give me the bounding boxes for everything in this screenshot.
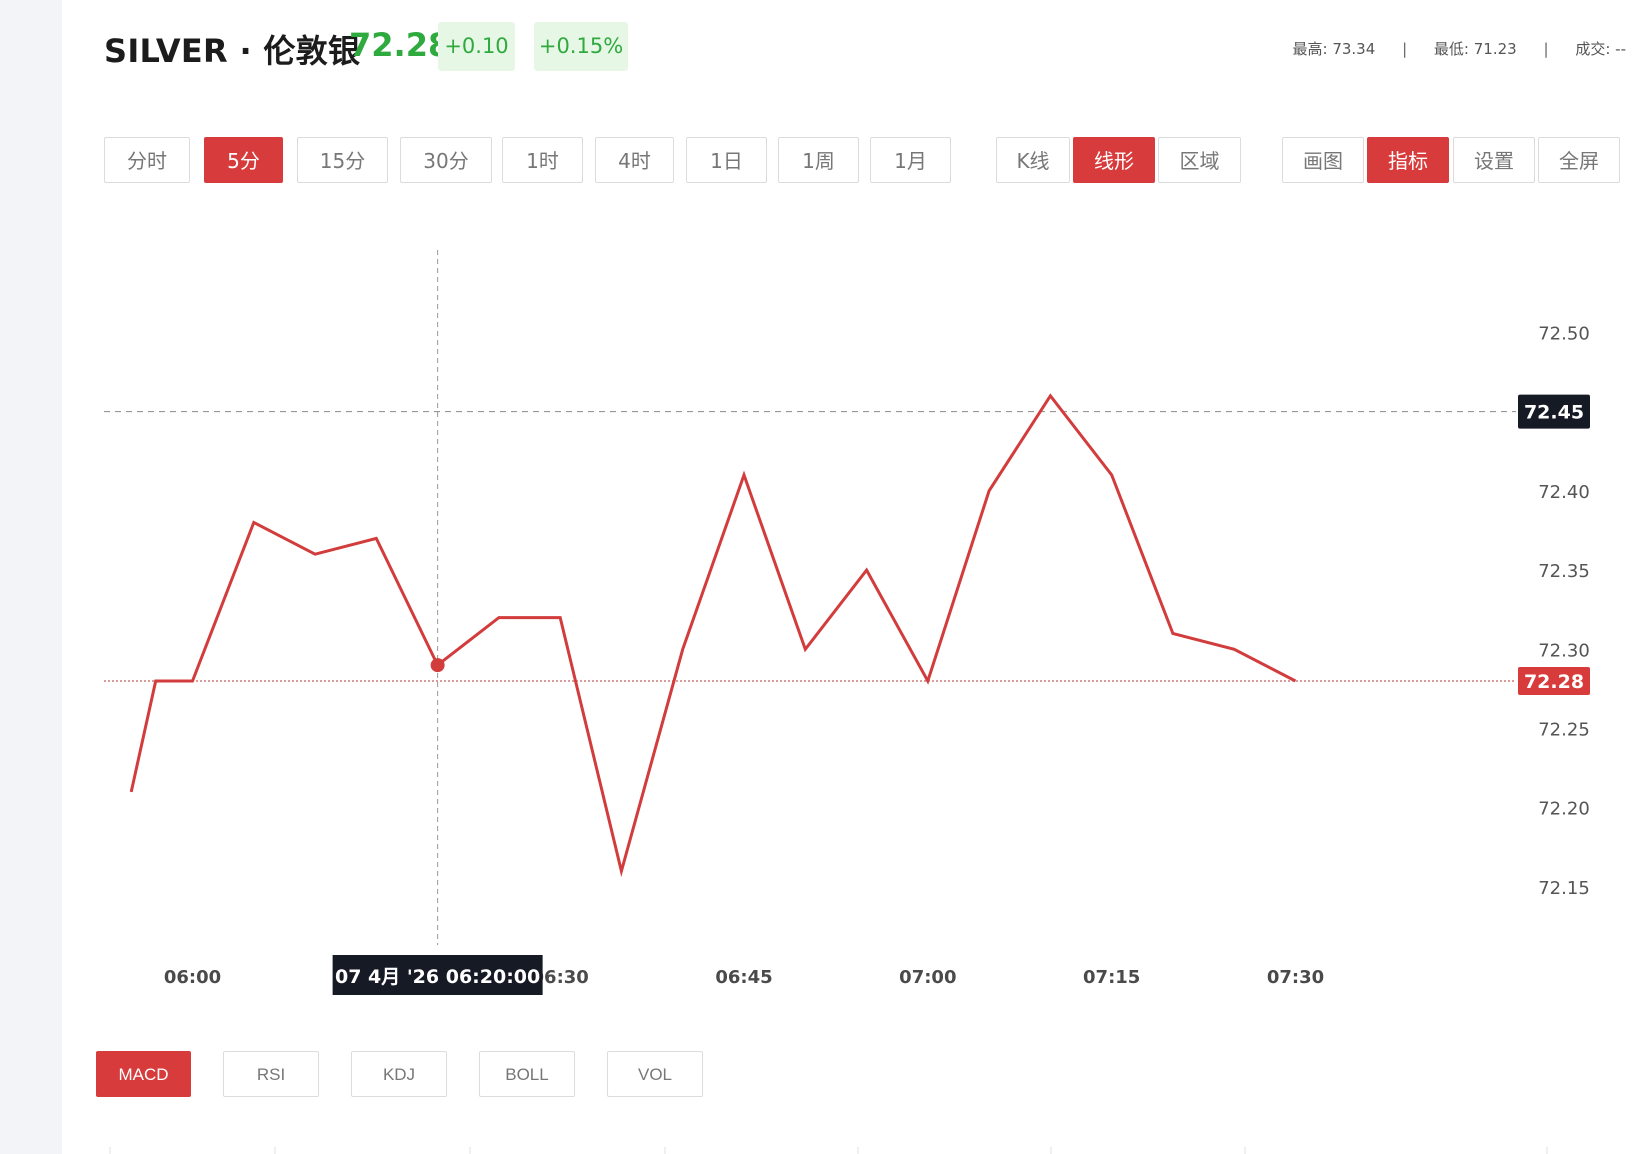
crosshair-marker-dot (430, 658, 445, 673)
data-point[interactable] (741, 472, 747, 478)
data-point[interactable] (128, 789, 134, 795)
data-point[interactable] (153, 678, 159, 684)
indicator-rsi-button[interactable]: RSI (223, 1051, 319, 1097)
data-point[interactable] (986, 488, 992, 494)
data-point[interactable] (190, 678, 196, 684)
data-point[interactable] (680, 646, 686, 652)
data-point[interactable] (864, 567, 870, 573)
x-axis-tick-label: 06:00 (164, 967, 221, 988)
y-axis-tick-label: 72.40 (1538, 482, 1590, 503)
data-point[interactable] (373, 535, 379, 541)
y-axis-tick-label: 72.30 (1538, 640, 1590, 661)
data-point[interactable] (1170, 630, 1176, 636)
data-point[interactable] (618, 868, 624, 874)
indicator-macd-button[interactable]: MACD (96, 1051, 191, 1097)
data-point[interactable] (925, 678, 931, 684)
x-axis-tick-label: 07:30 (1267, 967, 1324, 988)
y-axis-tick-label: 72.15 (1538, 878, 1590, 899)
data-point[interactable] (496, 615, 502, 621)
crosshair-time-label: 07 4月 '26 06:20:00 (335, 966, 540, 988)
y-axis-tick-label: 72.20 (1538, 799, 1590, 820)
data-point[interactable] (1231, 646, 1237, 652)
indicator-vol-button[interactable]: VOL (607, 1051, 703, 1097)
crosshair-price-label: 72.45 (1524, 402, 1584, 424)
y-axis-tick-label: 72.25 (1538, 720, 1590, 741)
x-axis-tick-label: 07:00 (899, 967, 956, 988)
indicator-boll-button[interactable]: BOLL (479, 1051, 575, 1097)
x-axis-tick-label: 06:45 (715, 967, 772, 988)
y-axis-tick-label: 72.50 (1538, 323, 1590, 344)
data-point[interactable] (802, 646, 808, 652)
data-point[interactable] (557, 615, 563, 621)
x-axis-tick-label: 07:15 (1083, 967, 1140, 988)
data-point[interactable] (1109, 472, 1115, 478)
last-price-label: 72.28 (1524, 671, 1584, 693)
data-point[interactable] (312, 551, 318, 557)
price-line-chart[interactable]: 72.50 72.45 72.40 72.35 72.30 72.28 72.25 72.20… (0, 0, 1648, 1154)
price-series-line (129, 393, 1297, 878)
data-point[interactable] (1047, 393, 1053, 399)
data-point[interactable] (251, 520, 257, 526)
indicator-kdj-button[interactable]: KDJ (351, 1051, 447, 1097)
data-point[interactable] (1293, 678, 1299, 684)
y-axis-tick-label: 72.35 (1538, 561, 1590, 582)
